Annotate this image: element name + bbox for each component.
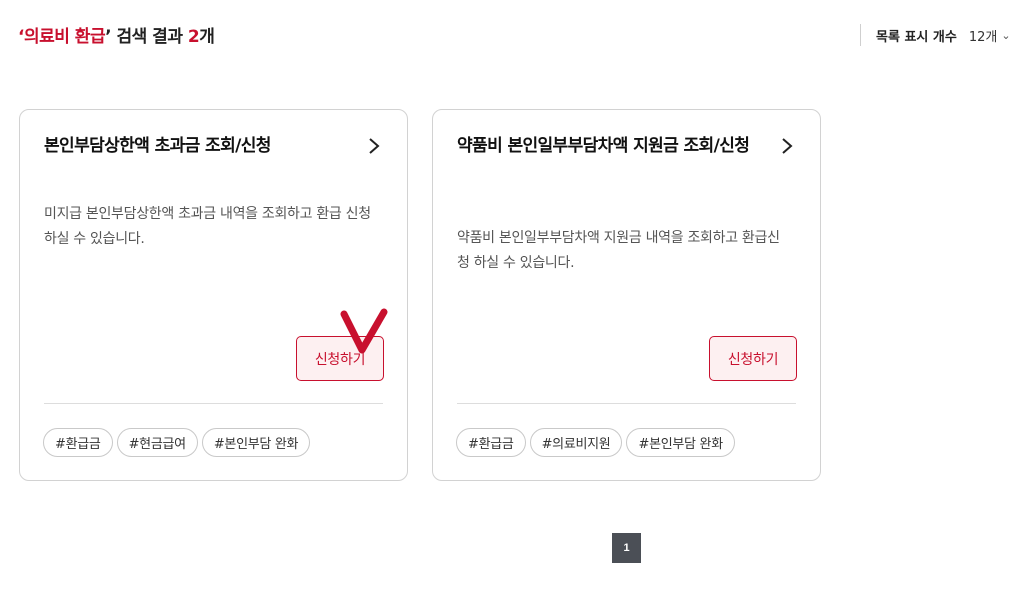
check-mark-icon: [340, 308, 388, 354]
chevron-right-icon[interactable]: [780, 136, 794, 156]
tag-list: #환급금 #의료비지원 #본인부담 완화: [456, 428, 735, 457]
service-card: 약품비 본인일부부담차액 지원금 조회/신청 약품비 본인일부부담차액 지원금 …: [432, 109, 821, 481]
tag[interactable]: #현금급여: [116, 428, 198, 457]
pagination-page-button[interactable]: 1: [612, 533, 641, 563]
card-divider: [457, 403, 796, 404]
tag[interactable]: #환급금: [43, 428, 113, 457]
search-result-heading: ‘의료비 환급’ 검색 결과 2개: [18, 22, 215, 47]
search-result-count-unit: 개: [199, 27, 215, 47]
chevron-right-icon[interactable]: [367, 136, 381, 156]
apply-button[interactable]: 신청하기: [709, 336, 797, 381]
tag[interactable]: #본인부담 완화: [626, 428, 735, 457]
card-title[interactable]: 약품비 본인일부부담차액 지원금 조회/신청: [457, 134, 757, 159]
tag-list: #환급금 #현금급여 #본인부담 완화: [43, 428, 311, 457]
service-card: 본인부담상한액 초과금 조회/신청 미지급 본인부담상한액 초과금 내역을 조회…: [19, 109, 408, 481]
chevron-down-icon[interactable]: ⌄: [1001, 29, 1010, 42]
search-result-count: 2: [187, 27, 200, 47]
card-description: 약품비 본인일부부담차액 지원금 내역을 조회하고 환급신청 하실 수 있습니다…: [457, 230, 780, 271]
tag[interactable]: #환급금: [456, 428, 526, 457]
search-keyword: 의료비 환급: [23, 27, 106, 47]
list-count-label: 목록 표시 개수: [876, 29, 957, 45]
list-count-value[interactable]: 12개: [969, 26, 998, 45]
search-result-text: 검색 결과: [111, 27, 188, 47]
card-title[interactable]: 본인부담상한액 초과금 조회/신청: [44, 134, 344, 159]
tag[interactable]: #의료비지원: [529, 428, 623, 457]
list-count-selector[interactable]: 목록 표시 개수 12개 ⌄: [860, 24, 1011, 46]
card-description: 미지급 본인부담상한액 초과금 내역을 조회하고 환급 신청 하실 수 있습니다…: [44, 206, 371, 247]
card-divider: [44, 403, 383, 404]
tag[interactable]: #본인부담 완화: [201, 428, 311, 457]
